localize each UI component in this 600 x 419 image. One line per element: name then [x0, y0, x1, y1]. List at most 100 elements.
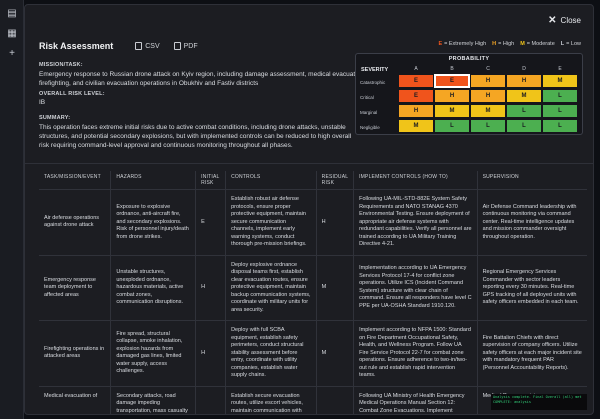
column-header: HAZARDS — [110, 171, 196, 190]
legend-key: E — [438, 41, 443, 47]
column-header: SUPERVISION — [476, 171, 587, 190]
residual-risk-cell: M — [315, 320, 354, 387]
matrix-cell[interactable]: E — [434, 74, 470, 88]
column-header: INITIAL RISK — [195, 171, 226, 190]
table-row: Air defense operations against drone att… — [39, 189, 587, 256]
hazards-cell: Secondary attacks, road damage impeding … — [110, 386, 196, 414]
matrix-cell[interactable]: L — [470, 119, 506, 133]
task-cell: Medical evacuation of — [39, 386, 111, 414]
terminal-line: COMPLETE: analysis — [493, 400, 531, 404]
initial-risk-cell: E — [195, 189, 226, 256]
initial-risk-cell: H — [195, 320, 226, 387]
matrix-title: PROBABILITY — [448, 56, 490, 62]
matrix-cell[interactable]: L — [542, 89, 578, 103]
sidebar: ▤ ▦ + — [0, 0, 24, 419]
matrix-column-label: C — [486, 66, 490, 72]
implement-cell: Following UA Ministry of Health Emergenc… — [353, 386, 478, 414]
risk-assessment-modal: ✕ Close Risk Assessment CSV PDF MISSION/… — [24, 4, 594, 415]
legend-key: L — [560, 41, 565, 47]
matrix-cell[interactable]: H — [398, 104, 434, 118]
overall-risk-value: IB — [39, 99, 46, 106]
matrix-column-label: D — [522, 66, 526, 72]
summary-text: This operation faces extreme initial ris… — [39, 124, 352, 149]
legend-item: M = Moderate — [520, 41, 555, 47]
export-pdf-button[interactable]: PDF — [173, 42, 198, 50]
residual-risk-cell: M — [315, 255, 354, 321]
table-header-row: TASK/MISSION/EVENT HAZARDS INITIAL RISK … — [39, 171, 587, 190]
matrix-cell[interactable]: E — [398, 74, 434, 88]
implement-cell: Implement according to NFPA 1500: Standa… — [353, 320, 478, 387]
matrix-cell[interactable]: L — [506, 119, 542, 133]
matrix-cell[interactable]: L — [542, 119, 578, 133]
overall-risk-label: OVERALL RISK LEVEL: — [39, 91, 105, 97]
supervision-cell: Fire Battalion Chiefs with direct superv… — [476, 320, 587, 387]
plus-icon[interactable]: + — [4, 46, 20, 60]
legend-text: = Moderate — [526, 41, 555, 47]
residual-risk-cell: H — [315, 189, 354, 256]
initial-risk-cell: H — [195, 255, 226, 321]
summary-label: SUMMARY: — [39, 115, 71, 121]
column-header: CONTROLS — [225, 171, 317, 190]
residual-risk-cell — [315, 386, 354, 414]
supervision-cell: Regional Emergency Services Commander wi… — [476, 255, 587, 321]
matrix-column-label: A — [414, 66, 418, 72]
task-cell: Emergency response team deployment to af… — [39, 255, 111, 321]
file-icon — [173, 42, 181, 50]
export-pdf-label: PDF — [183, 42, 198, 50]
matrix-cell[interactable]: M — [470, 104, 506, 118]
matrix-column-label: E — [558, 66, 562, 72]
severity-label: SEVERITY — [361, 67, 389, 73]
matrix-cell[interactable]: H — [506, 74, 542, 88]
export-csv-label: CSV — [145, 42, 160, 50]
matrix-cell[interactable]: E — [398, 89, 434, 103]
matrix-row-label: Critical — [360, 95, 374, 100]
risk-matrix: PROBABILITY SEVERITY A B C D E Catastrophic E E… — [355, 53, 583, 135]
hazards-cell: Exposure to explosive ordnance, anti-air… — [110, 189, 196, 256]
matrix-cell[interactable]: H — [470, 89, 506, 103]
initial-risk-cell — [195, 386, 226, 414]
matrix-cell[interactable]: M — [506, 89, 542, 103]
legend-text: = High — [498, 41, 515, 47]
matrix-cell[interactable]: M — [542, 74, 578, 88]
page-title: Risk Assessment — [39, 41, 114, 51]
legend-text: = Low — [566, 41, 581, 47]
matrix-row-label: Negligible — [360, 125, 380, 130]
task-cell: Firefighting operations in attacked area… — [39, 320, 111, 387]
implement-cell: Following UA-MIL-STD-882E System Safety … — [353, 189, 478, 256]
table-row: Emergency response team deployment to af… — [39, 255, 587, 321]
task-cell: Air defense operations against drone att… — [39, 189, 111, 256]
terminal-panel: Analysis complete. Final Overall (all) m… — [491, 394, 587, 410]
supervision-cell: Air Defense Command leadership with cont… — [476, 189, 587, 256]
matrix-cell[interactable]: H — [470, 74, 506, 88]
risk-legend: E = Extremely High H = High M = Moderate L =… — [438, 41, 581, 47]
legend-key: H — [492, 41, 497, 47]
hazards-cell: Unstable structures, unexploded ordnance… — [110, 255, 196, 321]
close-button[interactable]: ✕ Close — [548, 15, 581, 26]
legend-item: L = Low — [561, 41, 581, 47]
controls-cell: Establish secure evacuation routes, util… — [225, 386, 317, 414]
column-header: IMPLEMENT CONTROLS (HOW TO) — [353, 171, 478, 190]
legend-text: = Extremely High — [444, 41, 487, 47]
matrix-row-label: Marginal — [360, 110, 378, 115]
legend-item: E = Extremely High — [438, 41, 486, 47]
matrix-cell[interactable]: L — [542, 104, 578, 118]
export-csv-button[interactable]: CSV — [135, 42, 160, 50]
divider — [25, 163, 593, 164]
grid-icon[interactable]: ▦ — [4, 26, 20, 40]
column-header: RESIDUAL RISK — [315, 171, 354, 190]
matrix-cell[interactable]: H — [434, 89, 470, 103]
mission-text: Emergency response to Russian drone atta… — [39, 71, 366, 87]
legend-item: H = High — [492, 41, 514, 47]
menu-icon[interactable]: ▤ — [4, 6, 20, 20]
file-icon — [135, 42, 143, 50]
close-label: Close — [560, 16, 581, 25]
column-header: TASK/MISSION/EVENT — [39, 171, 111, 190]
matrix-cell[interactable]: L — [434, 119, 470, 133]
matrix-cell[interactable]: L — [506, 104, 542, 118]
controls-cell: Deploy with full SCBA equipment, establi… — [225, 320, 317, 387]
controls-cell: Establish robust air defense protocols, … — [225, 189, 317, 256]
modal-header: Risk Assessment CSV PDF — [39, 41, 198, 51]
matrix-cell[interactable]: M — [434, 104, 470, 118]
table-row: Firefighting operations in attacked area… — [39, 320, 587, 387]
matrix-cell[interactable]: M — [398, 119, 434, 133]
